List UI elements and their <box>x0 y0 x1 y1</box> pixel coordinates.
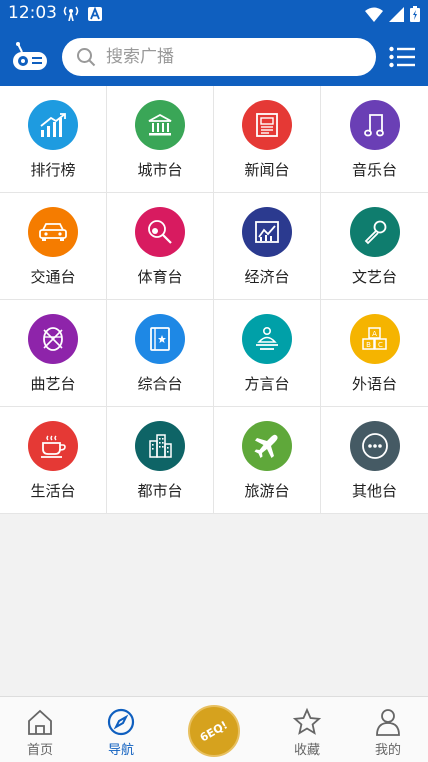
font-a-icon <box>88 6 102 25</box>
category-label: 其他台 <box>351 482 397 500</box>
trending-chart-icon <box>28 100 78 150</box>
airplane-icon <box>242 421 292 471</box>
status-bar: 12:03 <box>0 0 428 28</box>
nav-home[interactable]: 首页 <box>0 697 80 762</box>
newspaper-icon <box>242 100 292 150</box>
wifi-icon <box>365 7 383 26</box>
category-label: 曲艺台 <box>30 375 76 393</box>
list-menu-icon[interactable] <box>389 46 415 68</box>
category-dialect[interactable]: 方言台 <box>214 300 321 407</box>
search-input[interactable] <box>106 38 366 76</box>
app-bar <box>0 28 428 86</box>
microphone-icon <box>349 207 400 257</box>
building-columns-icon <box>135 100 185 150</box>
speaker-person-icon <box>242 314 292 364</box>
nav-navigate-label: 导航 <box>107 743 134 758</box>
category-sports[interactable]: 体育台 <box>107 193 214 300</box>
category-label: 生活台 <box>30 482 76 500</box>
category-travel[interactable]: 旅游台 <box>214 407 321 514</box>
category-opera[interactable]: 曲艺台 <box>0 300 107 407</box>
music-note-icon <box>349 100 400 150</box>
nav-favorites[interactable]: 收藏 <box>267 697 347 762</box>
star-icon <box>292 707 322 737</box>
search-bar[interactable] <box>62 38 376 76</box>
category-life[interactable]: 生活台 <box>0 407 107 514</box>
category-foreign[interactable]: ABC 外语台 <box>321 300 428 407</box>
nav-home-label: 首页 <box>26 743 53 758</box>
podcast-signal-icon <box>62 5 80 25</box>
coffee-cup-icon <box>28 421 78 471</box>
category-label: 排行榜 <box>30 161 76 179</box>
category-grid: 排行榜 城市台 新闻台 音乐台 交通台 体育台 经济台 文艺台 曲艺台 综合台 … <box>0 86 428 514</box>
category-others[interactable]: 其他台 <box>321 407 428 514</box>
nav-mine[interactable]: 我的 <box>348 697 428 762</box>
nav-navigate[interactable]: 导航 <box>81 697 161 762</box>
nav-mine-label: 我的 <box>374 743 401 758</box>
category-label: 音乐台 <box>351 161 397 179</box>
sports-racket-icon <box>135 207 185 257</box>
city-buildings-icon <box>135 421 185 471</box>
category-label: 城市台 <box>137 161 183 179</box>
battery-charging-icon <box>410 6 420 26</box>
svg-text:A: A <box>372 330 377 338</box>
abc-blocks-icon: ABC <box>349 314 400 364</box>
category-label: 方言台 <box>244 375 290 393</box>
category-city[interactable]: 城市台 <box>107 86 214 193</box>
category-label: 体育台 <box>137 268 183 286</box>
nav-favorites-label: 收藏 <box>293 743 320 758</box>
center-logo-text: 6EQ! <box>197 717 231 745</box>
svg-text:B: B <box>366 341 371 349</box>
center-logo-button[interactable]: 6EQ! <box>188 705 240 757</box>
compass-icon <box>106 707 136 737</box>
search-icon <box>76 47 96 71</box>
more-dots-icon <box>349 421 400 471</box>
category-label: 外语台 <box>351 375 397 393</box>
category-label: 新闻台 <box>244 161 290 179</box>
category-traffic[interactable]: 交通台 <box>0 193 107 300</box>
category-arts[interactable]: 文艺台 <box>321 193 428 300</box>
cell-signal-icon <box>389 6 404 26</box>
category-label: 交通台 <box>30 268 76 286</box>
radio-logo-icon[interactable] <box>12 42 48 72</box>
category-urban[interactable]: 都市台 <box>107 407 214 514</box>
bottom-navigation: 首页 导航 6EQ! 收藏 我的 <box>0 696 428 762</box>
category-label: 经济台 <box>244 268 290 286</box>
category-economy[interactable]: 经济台 <box>214 193 321 300</box>
category-label: 都市台 <box>137 482 183 500</box>
svg-text:C: C <box>378 341 383 349</box>
home-icon <box>25 707 55 737</box>
line-chart-icon <box>242 207 292 257</box>
category-rankings[interactable]: 排行榜 <box>0 86 107 193</box>
category-music[interactable]: 音乐台 <box>321 86 428 193</box>
user-icon <box>373 707 403 737</box>
drum-icon <box>28 314 78 364</box>
status-time: 12:03 <box>8 3 57 23</box>
category-general[interactable]: 综合台 <box>107 300 214 407</box>
category-label: 综合台 <box>137 375 183 393</box>
car-icon <box>28 207 78 257</box>
book-star-icon <box>135 314 185 364</box>
category-label: 旅游台 <box>244 482 290 500</box>
category-label: 文艺台 <box>351 268 397 286</box>
category-news[interactable]: 新闻台 <box>214 86 321 193</box>
